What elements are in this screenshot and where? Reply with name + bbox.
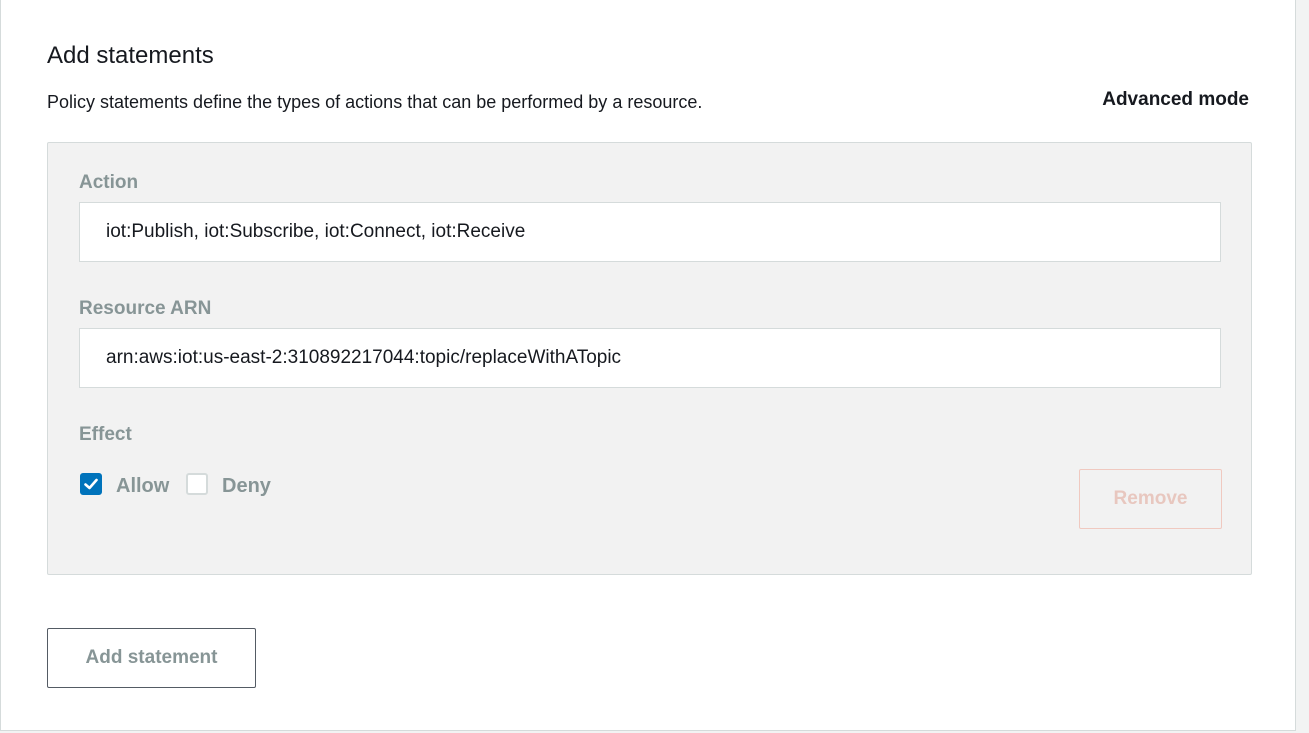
resource-arn-input[interactable]: arn:aws:iot:us-east-2:310892217044:topic… bbox=[79, 328, 1221, 388]
checkmark-icon bbox=[84, 478, 98, 490]
allow-label[interactable]: Allow bbox=[116, 475, 169, 498]
statement-card: Action iot:Publish, iot:Subscribe, iot:C… bbox=[47, 142, 1252, 575]
allow-checkbox[interactable] bbox=[80, 473, 102, 495]
action-input[interactable]: iot:Publish, iot:Subscribe, iot:Connect,… bbox=[79, 202, 1221, 262]
deny-label[interactable]: Deny bbox=[222, 475, 271, 498]
effect-label: Effect bbox=[79, 424, 132, 445]
section-description: Policy statements define the types of ac… bbox=[47, 92, 703, 112]
resource-arn-label: Resource ARN bbox=[79, 298, 212, 319]
advanced-mode-link[interactable]: Advanced mode bbox=[1102, 89, 1249, 111]
action-label: Action bbox=[79, 172, 139, 193]
remove-button[interactable]: Remove bbox=[1079, 469, 1222, 529]
add-statement-button[interactable]: Add statement bbox=[47, 628, 256, 688]
section-title: Add statements bbox=[47, 42, 214, 69]
deny-checkbox[interactable] bbox=[186, 473, 208, 495]
policy-panel: Add statements Policy statements define … bbox=[0, 0, 1296, 731]
